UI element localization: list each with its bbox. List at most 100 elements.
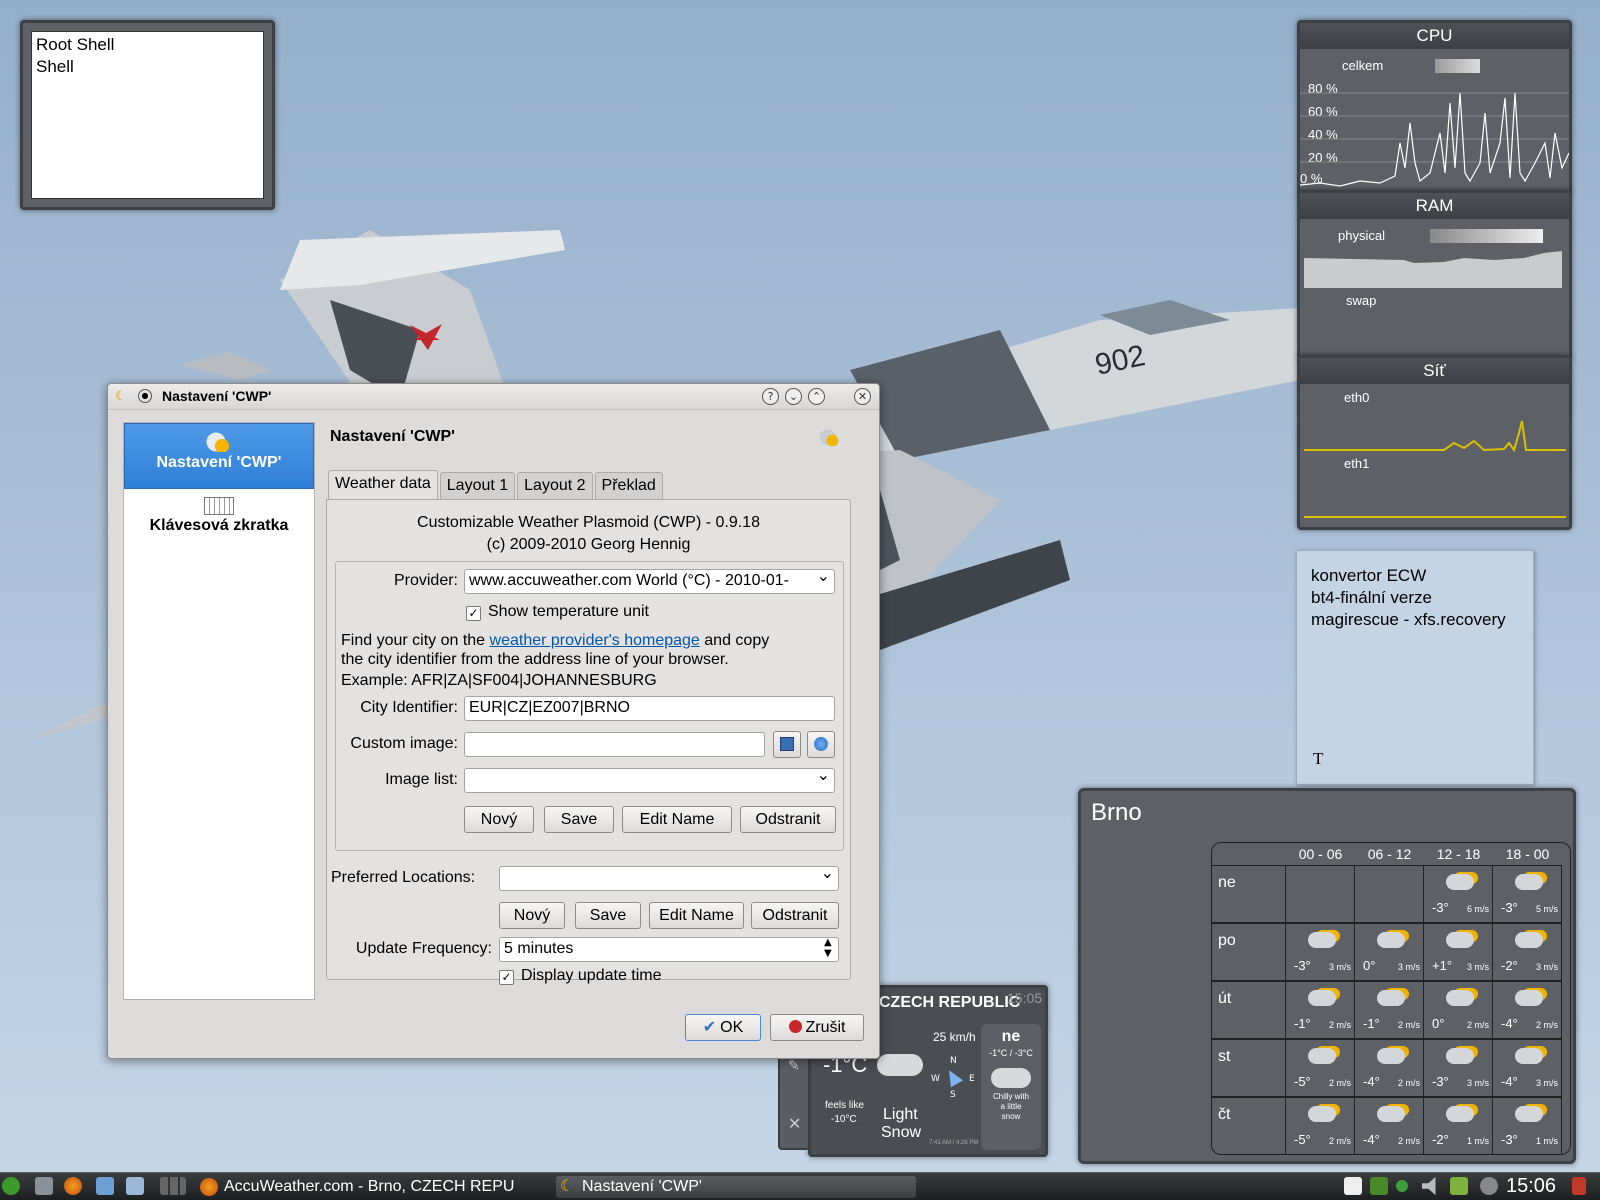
forecast-temp: -3° xyxy=(1432,900,1449,915)
pager-icon[interactable] xyxy=(160,1177,186,1195)
tab-layout-1[interactable]: Layout 1 xyxy=(439,472,516,500)
save-image-button[interactable] xyxy=(773,731,801,758)
ram-swap-label: swap xyxy=(1346,293,1377,308)
maximize-button[interactable]: ⌃ xyxy=(808,388,825,405)
weather-cloud-icon xyxy=(1308,990,1336,1006)
desktop-icon[interactable] xyxy=(35,1177,53,1195)
cpu-monitor-widget: CPU celkem 80 % 60 % 40 % 20 % 0 % xyxy=(1297,20,1572,195)
folder-item-shell[interactable]: Shell xyxy=(36,56,259,78)
forecast-day-panel: ne -1°C / -3°C Chilly with a little snow xyxy=(981,1024,1041,1150)
cpu-bar xyxy=(1435,59,1480,73)
custom-image-input[interactable] xyxy=(464,732,765,757)
note-line: bt4-finální verze xyxy=(1311,588,1432,607)
remove-location-button[interactable]: Odstranit xyxy=(751,902,839,929)
forecast-cell: 0° 2 m/s xyxy=(1424,981,1493,1039)
close-icon[interactable]: ✕ xyxy=(788,1114,801,1133)
weather-condition: Light xyxy=(883,1106,918,1123)
volume-icon[interactable] xyxy=(1422,1177,1436,1195)
new-location-button[interactable]: Nový xyxy=(499,902,565,929)
forecast-column-header: 00 - 06 xyxy=(1298,846,1343,862)
spinbox-arrows-icon[interactable]: ▲ ▼ xyxy=(824,937,832,959)
terminal-icon[interactable] xyxy=(126,1177,144,1195)
forecast-cell: -3° 5 m/s xyxy=(1493,865,1562,923)
edit-location-name-button[interactable]: Edit Name xyxy=(649,902,744,929)
network-status-icon[interactable] xyxy=(1396,1180,1408,1192)
forecast-day-label: ne xyxy=(1212,865,1286,923)
forecast-wind: 2 m/s xyxy=(1328,1020,1351,1030)
clipboard-icon[interactable] xyxy=(1344,1177,1362,1195)
cancel-icon xyxy=(788,1020,802,1033)
tab-layout-2[interactable]: Layout 2 xyxy=(517,472,593,500)
preferred-locations-select[interactable] xyxy=(499,866,839,891)
forecast-wind: 2 m/s xyxy=(1328,1136,1351,1146)
update-frequency-label: Update Frequency: xyxy=(355,940,492,957)
display-update-time-checkbox[interactable]: ✓ xyxy=(499,970,514,985)
notes-widget[interactable]: konvertor ECW bt4-finální verze magiresc… xyxy=(1296,550,1534,785)
forecast-cell: -5° 2 m/s xyxy=(1286,1039,1355,1097)
show-unit-checkbox[interactable]: ✓ xyxy=(466,606,481,621)
forecast-temp: 0° xyxy=(1363,958,1376,973)
save-image-list-button[interactable]: Save xyxy=(544,806,614,833)
task-settings[interactable]: ☾ Nastavení 'CWP' xyxy=(556,1176,916,1198)
save-location-button[interactable]: Save xyxy=(575,902,641,929)
info-icon[interactable] xyxy=(1480,1177,1498,1195)
firefox-icon[interactable] xyxy=(64,1177,82,1195)
text-format-icon[interactable]: T xyxy=(1313,748,1323,770)
forecast-wind: 2 m/s xyxy=(1397,1078,1420,1088)
tools-icon[interactable] xyxy=(1450,1177,1468,1195)
cpu-graph xyxy=(1300,92,1569,187)
weather-cloud-icon xyxy=(1308,1106,1336,1122)
custom-image-label: Custom image: xyxy=(350,735,458,752)
clock[interactable]: 15:06 xyxy=(1506,1175,1556,1198)
kde-menu-icon[interactable] xyxy=(2,1177,20,1195)
dialog-titlebar[interactable]: ☾ ● Nastavení 'CWP' ? ⌄ ⌃ ✕ xyxy=(108,384,879,410)
weather-icon xyxy=(204,432,234,452)
weather-app-icon: ☾ xyxy=(115,389,127,404)
tab-weather-data[interactable]: Weather data xyxy=(328,470,438,500)
edit-image-name-button[interactable]: Edit Name xyxy=(622,806,732,833)
forecast-cell: -2° 3 m/s xyxy=(1493,923,1562,981)
task-accuweather[interactable]: AccuWeather.com - Brno, CZECH REPU xyxy=(198,1176,548,1198)
about-line-1: Customizable Weather Plasmoid (CWP) - 0.… xyxy=(417,514,760,531)
weather-cloud-icon xyxy=(1377,990,1405,1006)
help-button[interactable]: ? xyxy=(762,388,779,405)
weather-cloud-icon xyxy=(1308,1048,1336,1064)
forecast-temp: 0° xyxy=(1432,1016,1445,1031)
forecast-cell: 0° 3 m/s xyxy=(1355,923,1424,981)
forecast-day: ne xyxy=(1001,1028,1021,1045)
forecast-temp: -1° xyxy=(1363,1016,1380,1031)
provider-select[interactable]: www.accuweather.com World (°C) - 2010-01… xyxy=(464,569,835,594)
sidebar-item-label: Klávesová zkratka xyxy=(149,517,289,534)
tab-preklad[interactable]: Překlad xyxy=(594,472,663,500)
sidebar-item-cwp[interactable]: Nastavení 'CWP' xyxy=(124,423,314,489)
sidebar-item-shortcut[interactable]: Klávesová zkratka xyxy=(124,489,314,555)
nvidia-icon[interactable] xyxy=(1370,1177,1388,1195)
browse-image-button[interactable] xyxy=(807,731,835,758)
ram-title: RAM xyxy=(1300,193,1569,219)
forecast-wind: 6 m/s xyxy=(1466,904,1489,914)
close-button[interactable]: ✕ xyxy=(854,388,871,405)
weather-time: 15:05 xyxy=(1007,990,1043,1006)
forecast-cell: -1° 2 m/s xyxy=(1355,981,1424,1039)
forecast-wind: 1 m/s xyxy=(1535,1136,1558,1146)
image-list-select[interactable] xyxy=(464,768,835,793)
weather-cloud-icon xyxy=(1377,932,1405,948)
forecast-temp: -3° xyxy=(1501,1132,1518,1147)
forecast-cell: -3° 6 m/s xyxy=(1424,865,1493,923)
pin-icon[interactable]: ● xyxy=(138,389,152,403)
remove-image-button[interactable]: Odstranit xyxy=(740,806,836,833)
folder-icon[interactable] xyxy=(96,1177,114,1195)
new-image-button[interactable]: Nový xyxy=(464,806,534,833)
cancel-button[interactable]: Zrušit xyxy=(770,1014,864,1041)
minimize-button[interactable]: ⌄ xyxy=(785,388,802,405)
provider-homepage-link[interactable]: weather provider's homepage xyxy=(490,632,700,649)
city-identifier-input[interactable]: EUR|CZ|EZ007|BRNO xyxy=(464,696,835,721)
folder-item-root-shell[interactable]: Root Shell xyxy=(36,34,259,56)
ok-button[interactable]: ✔ OK xyxy=(685,1014,761,1041)
settings-sidebar: Nastavení 'CWP' Klávesová zkratka xyxy=(123,422,315,1000)
update-frequency-spinbox[interactable]: 5 minutes xyxy=(499,937,839,962)
forecast-wind: 3 m/s xyxy=(1397,962,1420,972)
logout-icon[interactable] xyxy=(1572,1177,1586,1195)
forecast-column-header: 06 - 12 xyxy=(1367,846,1412,862)
wrench-icon[interactable]: ✎ xyxy=(788,1058,800,1074)
